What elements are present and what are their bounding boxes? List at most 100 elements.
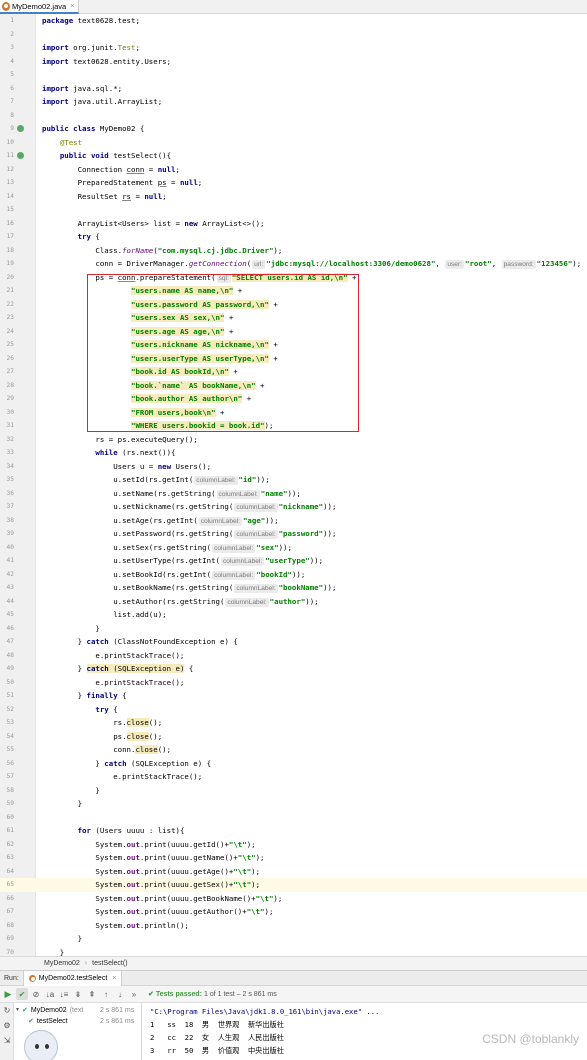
- code-line[interactable]: 67 System.out.print(uuuu.getAuthor()+"\t…: [0, 905, 587, 919]
- code-line[interactable]: 57 e.printStackTrace();: [0, 770, 587, 784]
- code-line[interactable]: 62 System.out.print(uuuu.getId()+"\t");: [0, 838, 587, 852]
- code-line[interactable]: 3 import org.junit.Test;: [0, 41, 587, 55]
- code-line[interactable]: 6 import java.sql.*;: [0, 82, 587, 96]
- code-line[interactable]: 7 import java.util.ArrayList;: [0, 95, 587, 109]
- code-line[interactable]: 41 u.setUserType(rs.getInt(columnLabel: "…: [0, 554, 587, 568]
- expand-all-icon[interactable]: ⇟: [72, 988, 84, 1000]
- code-line[interactable]: 29 "book.author AS author\n" +: [0, 392, 587, 406]
- code-line[interactable]: 58 }: [0, 784, 587, 798]
- collapse-all-icon[interactable]: ⇞: [86, 988, 98, 1000]
- code-line[interactable]: 52 try {: [0, 703, 587, 717]
- code-line[interactable]: 1 package text0628.test;: [0, 14, 587, 28]
- code-line[interactable]: 31 "WHERE users.bookid = book.id");: [0, 419, 587, 433]
- code-line[interactable]: 53 rs.close();: [0, 716, 587, 730]
- sort-duration-icon[interactable]: ↓≡: [58, 988, 70, 1000]
- code-line[interactable]: 27 "book.id AS bookId,\n" +: [0, 365, 587, 379]
- code-line[interactable]: 51 } finally {: [0, 689, 587, 703]
- code-line[interactable]: 55 conn.close();: [0, 743, 587, 757]
- code-line[interactable]: 65 System.out.print(uuuu.getSex()+"\t");: [0, 878, 587, 892]
- expand-arrow-icon[interactable]: ▾: [16, 1005, 19, 1016]
- code-line[interactable]: 37 u.setNickname(rs.getString(columnLabe…: [0, 500, 587, 514]
- code-line[interactable]: 2: [0, 28, 587, 42]
- code-line[interactable]: 24 "users.age AS age,\n" +: [0, 325, 587, 339]
- code-line[interactable]: 16 ArrayList<Users> list = new ArrayList…: [0, 217, 587, 231]
- code-line[interactable]: 8: [0, 109, 587, 123]
- code-line[interactable]: 23 "users.sex AS sex,\n" +: [0, 311, 587, 325]
- test-results-tree: ▾ ✔ MyDemo02 (text 2 s 861 ms ✔ testSele…: [14, 1003, 142, 1060]
- code-text: } catch (SQLException e) {: [42, 664, 194, 673]
- code-editor[interactable]: 1 package text0628.test; 2 3 import org.juni…: [0, 14, 587, 956]
- run-test-icon[interactable]: [17, 152, 24, 159]
- rerun-icon[interactable]: ▶: [2, 988, 14, 1000]
- navigate-up-icon[interactable]: ↑: [100, 988, 112, 1000]
- code-line[interactable]: 38 u.setAge(rs.getInt(columnLabel: "age")…: [0, 514, 587, 528]
- code-line[interactable]: 63 System.out.print(uuuu.getName()+"\t")…: [0, 851, 587, 865]
- tree-row-class[interactable]: ▾ ✔ MyDemo02 (text 2 s 861 ms: [16, 1005, 134, 1016]
- show-ignored-icon[interactable]: ⊘: [30, 988, 42, 1000]
- code-line[interactable]: 9 public class MyDemo02 {: [0, 122, 587, 136]
- code-text: System.out.print(uuuu.getBookName()+"\t"…: [42, 893, 283, 903]
- code-line[interactable]: 44 u.setAuthor(rs.getString(columnLabel:…: [0, 595, 587, 609]
- more-icon[interactable]: »: [128, 988, 140, 1000]
- code-line[interactable]: 49 } catch (SQLException e) {: [0, 662, 587, 676]
- stop-icon[interactable]: ↻: [2, 1006, 12, 1016]
- show-passed-icon[interactable]: ✔: [16, 988, 28, 1000]
- code-line[interactable]: 12 Connection conn = null;: [0, 163, 587, 177]
- import-icon[interactable]: ⇲: [2, 1036, 12, 1046]
- code-line[interactable]: 10 @Test: [0, 136, 587, 150]
- code-line[interactable]: 34 Users u = new Users();: [0, 460, 587, 474]
- code-line[interactable]: 56 } catch (SQLException e) {: [0, 757, 587, 771]
- code-line[interactable]: 60: [0, 811, 587, 825]
- code-line[interactable]: 4 import text0628.entity.Users;: [0, 55, 587, 69]
- code-line[interactable]: 30 "FROM users,book\n" +: [0, 406, 587, 420]
- code-line[interactable]: 61 for (Users uuuu : list){: [0, 824, 587, 838]
- code-line[interactable]: 15: [0, 203, 587, 217]
- navigate-down-icon[interactable]: ↓: [114, 988, 126, 1000]
- code-line[interactable]: 18 Class.forName("com.mysql.cj.jdbc.Driv…: [0, 244, 587, 258]
- tree-row-method[interactable]: ✔ testSelect 2 s 861 ms: [28, 1016, 134, 1027]
- code-line[interactable]: 11 public void testSelect(){: [0, 149, 587, 163]
- code-line[interactable]: 66 System.out.print(uuuu.getBookName()+"…: [0, 892, 587, 906]
- code-line[interactable]: 59 }: [0, 797, 587, 811]
- code-line[interactable]: 39 u.setPassword(rs.getString(columnLabe…: [0, 527, 587, 541]
- code-line[interactable]: 70 }: [0, 946, 587, 957]
- code-text: import org.junit.Test;: [42, 43, 140, 52]
- code-line[interactable]: 68 System.out.println();: [0, 919, 587, 933]
- code-line[interactable]: 17 try {: [0, 230, 587, 244]
- close-icon[interactable]: ×: [70, 3, 74, 10]
- close-icon[interactable]: ×: [112, 975, 116, 982]
- code-line[interactable]: 33 while (rs.next()){: [0, 446, 587, 460]
- run-test-icon[interactable]: [17, 125, 24, 132]
- code-line[interactable]: 19 conn = DriverManager.getConnection(ur…: [0, 257, 587, 271]
- line-number: 67: [6, 908, 14, 915]
- code-line[interactable]: 36 u.setName(rs.getString(columnLabel: "n…: [0, 487, 587, 501]
- code-line[interactable]: 5: [0, 68, 587, 82]
- code-line[interactable]: 64 System.out.print(uuuu.getAge()+"\t");: [0, 865, 587, 879]
- code-line[interactable]: 35 u.setId(rs.getInt(columnLabel: "id"));: [0, 473, 587, 487]
- editor-tab-mydemo02[interactable]: MyDemo02.java ×: [0, 0, 80, 14]
- code-line[interactable]: 28 "book.`name` AS bookName,\n" +: [0, 379, 587, 393]
- code-line[interactable]: 22 "users.password AS password,\n" +: [0, 298, 587, 312]
- settings-icon[interactable]: ⚙: [2, 1021, 12, 1031]
- sort-alpha-icon[interactable]: ↓a: [44, 988, 56, 1000]
- code-line[interactable]: 54 ps.close();: [0, 730, 587, 744]
- run-tab-testselect[interactable]: MyDemo02.testSelect ×: [22, 970, 123, 986]
- code-line[interactable]: 32 rs = ps.executeQuery();: [0, 433, 587, 447]
- code-line[interactable]: 45 list.add(u);: [0, 608, 587, 622]
- code-line[interactable]: 50 e.printStackTrace();: [0, 676, 587, 690]
- code-line[interactable]: 43 u.setBookName(rs.getString(columnLabe…: [0, 581, 587, 595]
- code-line[interactable]: 25 "users.nickname AS nickname,\n" +: [0, 338, 587, 352]
- code-line[interactable]: 26 "users.userType AS userType,\n" +: [0, 352, 587, 366]
- breadcrumb-method[interactable]: testSelect(): [92, 960, 127, 967]
- code-line[interactable]: 21 "users.name AS name,\n" +: [0, 284, 587, 298]
- code-line[interactable]: 48 e.printStackTrace();: [0, 649, 587, 663]
- code-line[interactable]: 47 } catch (ClassNotFoundException e) {: [0, 635, 587, 649]
- breadcrumb-class[interactable]: MyDemo02: [44, 960, 80, 967]
- code-line[interactable]: 14 ResultSet rs = null;: [0, 190, 587, 204]
- code-line[interactable]: 69 }: [0, 932, 587, 946]
- code-line[interactable]: 46 }: [0, 622, 587, 636]
- code-line[interactable]: 20 ps = conn.prepareStatement(sql: "SELEC…: [0, 271, 587, 285]
- code-line[interactable]: 13 PreparedStatement ps = null;: [0, 176, 587, 190]
- code-line[interactable]: 42 u.setBookId(rs.getInt(columnLabel: "bo…: [0, 568, 587, 582]
- code-line[interactable]: 40 u.setSex(rs.getString(columnLabel: "se…: [0, 541, 587, 555]
